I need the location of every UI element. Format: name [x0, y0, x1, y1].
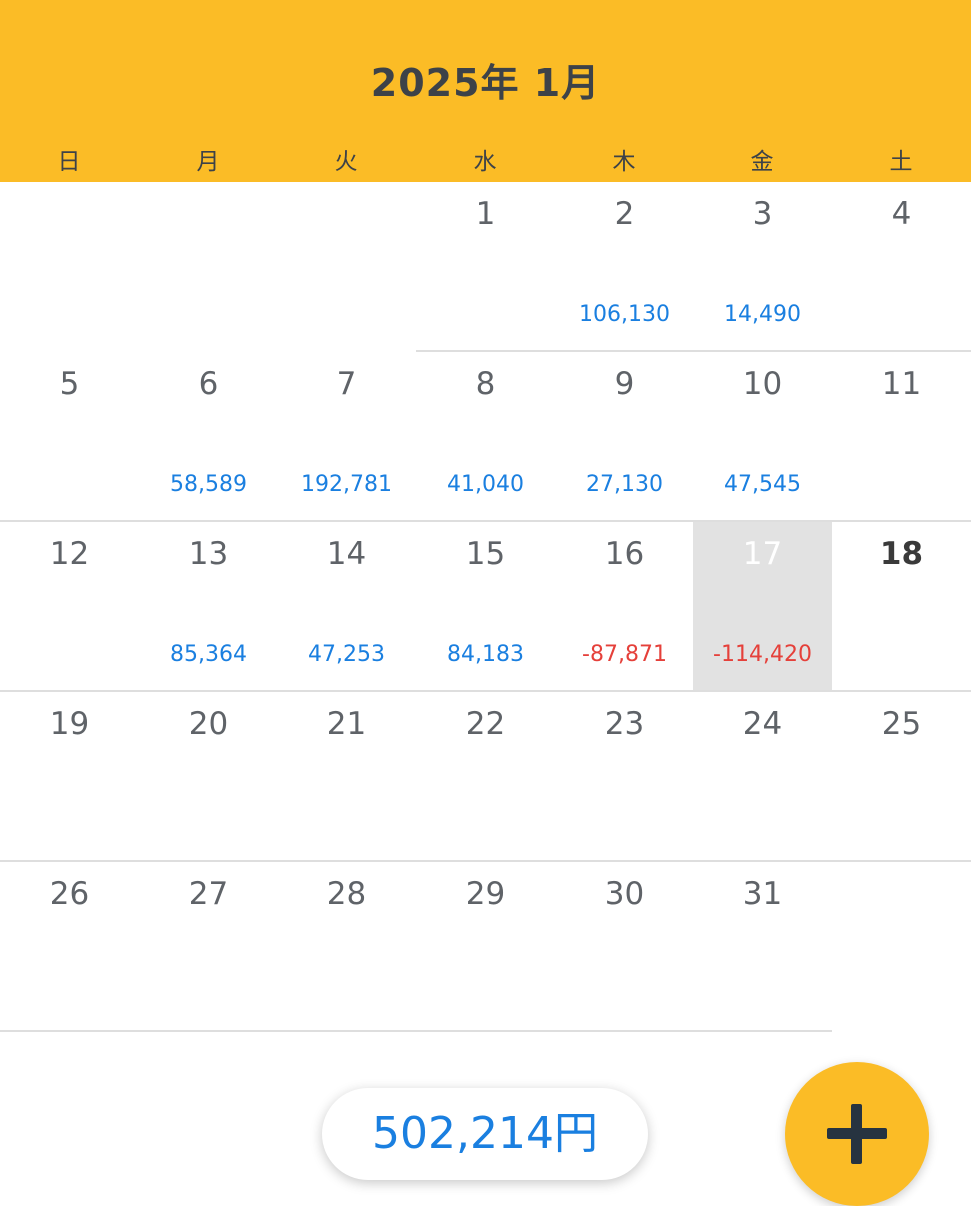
day-amount: 47,253 — [308, 642, 385, 667]
day-cell-4[interactable]: 4 — [832, 182, 971, 352]
day-number: 6 — [198, 366, 219, 402]
day-cell-1[interactable]: 1 — [416, 182, 555, 352]
day-cell-5[interactable]: 5 — [0, 352, 139, 522]
day-number: 12 — [49, 536, 90, 572]
day-cell-28[interactable]: 28 — [277, 862, 416, 1032]
day-amount: 192,781 — [301, 472, 392, 497]
day-cell-6[interactable]: 6 58,589 — [139, 352, 278, 522]
day-number: 26 — [49, 876, 90, 912]
day-number: 8 — [475, 366, 496, 402]
add-entry-button[interactable] — [785, 1062, 929, 1206]
weekday-thu: 木 — [612, 149, 636, 175]
day-cell-24[interactable]: 24 — [693, 692, 832, 862]
day-number: 19 — [49, 706, 90, 742]
day-cell-27[interactable]: 27 — [139, 862, 278, 1032]
day-number: 10 — [742, 366, 783, 402]
day-number: 24 — [742, 706, 783, 742]
day-cell-25[interactable]: 25 — [832, 692, 971, 862]
day-number: 18 — [879, 536, 924, 572]
day-amount: 47,545 — [724, 472, 801, 497]
weekday-tue: 火 — [334, 149, 358, 175]
month-title[interactable]: 2025年 1月 — [0, 52, 971, 107]
day-number: 13 — [188, 536, 229, 572]
day-number: 2 — [614, 196, 635, 232]
day-cell-31[interactable]: 31 — [693, 862, 832, 1032]
day-number: 27 — [188, 876, 229, 912]
day-cell-16[interactable]: 16 -87,871 — [555, 522, 694, 692]
day-amount: 84,183 — [447, 642, 524, 667]
day-amount: 58,589 — [170, 472, 247, 497]
day-cell-9[interactable]: 9 27,130 — [555, 352, 694, 522]
day-cell-7[interactable]: 7 192,781 — [277, 352, 416, 522]
day-cell-11[interactable]: 11 — [832, 352, 971, 522]
day-number: 29 — [465, 876, 506, 912]
day-cell-3[interactable]: 3 14,490 — [693, 182, 832, 352]
day-number: 3 — [752, 196, 773, 232]
day-cell-18[interactable]: 18 — [832, 522, 971, 692]
day-number: 25 — [881, 706, 922, 742]
day-cell-14[interactable]: 14 47,253 — [277, 522, 416, 692]
day-amount: 85,364 — [170, 642, 247, 667]
day-cell-15[interactable]: 15 84,183 — [416, 522, 555, 692]
day-cell-20[interactable]: 20 — [139, 692, 278, 862]
day-amount: -87,871 — [582, 642, 667, 667]
day-amount: 106,130 — [579, 302, 670, 327]
day-number: 14 — [326, 536, 367, 572]
day-amount: 14,490 — [724, 302, 801, 327]
day-number: 20 — [188, 706, 229, 742]
day-number: 4 — [891, 196, 912, 232]
day-number: 28 — [326, 876, 367, 912]
day-number: 1 — [475, 196, 496, 232]
empty-cell — [277, 182, 416, 352]
day-number: 7 — [336, 366, 357, 402]
day-cell-10[interactable]: 10 47,545 — [693, 352, 832, 522]
day-number: 9 — [614, 366, 635, 402]
day-number: 17 — [742, 536, 783, 572]
weekday-mon: 月 — [196, 149, 220, 175]
day-cell-22[interactable]: 22 — [416, 692, 555, 862]
day-number: 21 — [326, 706, 367, 742]
day-cell-8[interactable]: 8 41,040 — [416, 352, 555, 522]
weekday-sun: 日 — [57, 149, 81, 175]
day-cell-29[interactable]: 29 — [416, 862, 555, 1032]
day-number: 15 — [465, 536, 506, 572]
day-number: 22 — [465, 706, 506, 742]
day-number: 11 — [881, 366, 922, 402]
empty-cell — [0, 182, 139, 352]
day-number: 16 — [604, 536, 645, 572]
weekday-sat: 土 — [889, 149, 913, 175]
day-amount: 41,040 — [447, 472, 524, 497]
empty-cell — [139, 182, 278, 352]
calendar-grid: 1 2 106,130 3 14,490 4 5 6 58,589 7 192,781 8 41,040… — [0, 182, 971, 1032]
day-number: 5 — [59, 366, 80, 402]
day-cell-30[interactable]: 30 — [555, 862, 694, 1032]
day-cell-2[interactable]: 2 106,130 — [555, 182, 694, 352]
empty-cell — [832, 862, 971, 1032]
day-cell-26[interactable]: 26 — [0, 862, 139, 1032]
day-cell-21[interactable]: 21 — [277, 692, 416, 862]
day-cell-19[interactable]: 19 — [0, 692, 139, 862]
day-cell-13[interactable]: 13 85,364 — [139, 522, 278, 692]
day-amount: -114,420 — [713, 642, 812, 667]
calendar-header: 2025年 1月 日 月 火 水 木 金 土 — [0, 0, 971, 182]
day-cell-23[interactable]: 23 — [555, 692, 694, 862]
day-cell-17[interactable]: 17 -114,420 — [693, 522, 832, 692]
day-number: 23 — [604, 706, 645, 742]
monthly-total[interactable]: 502,214円 — [322, 1088, 648, 1180]
weekday-row: 日 月 火 水 木 金 土 — [0, 142, 971, 176]
weekday-fri: 金 — [750, 149, 774, 175]
weekday-wed: 水 — [473, 149, 497, 175]
day-number: 31 — [742, 876, 783, 912]
day-amount: 27,130 — [586, 472, 663, 497]
day-number: 30 — [604, 876, 645, 912]
day-cell-12[interactable]: 12 — [0, 522, 139, 692]
